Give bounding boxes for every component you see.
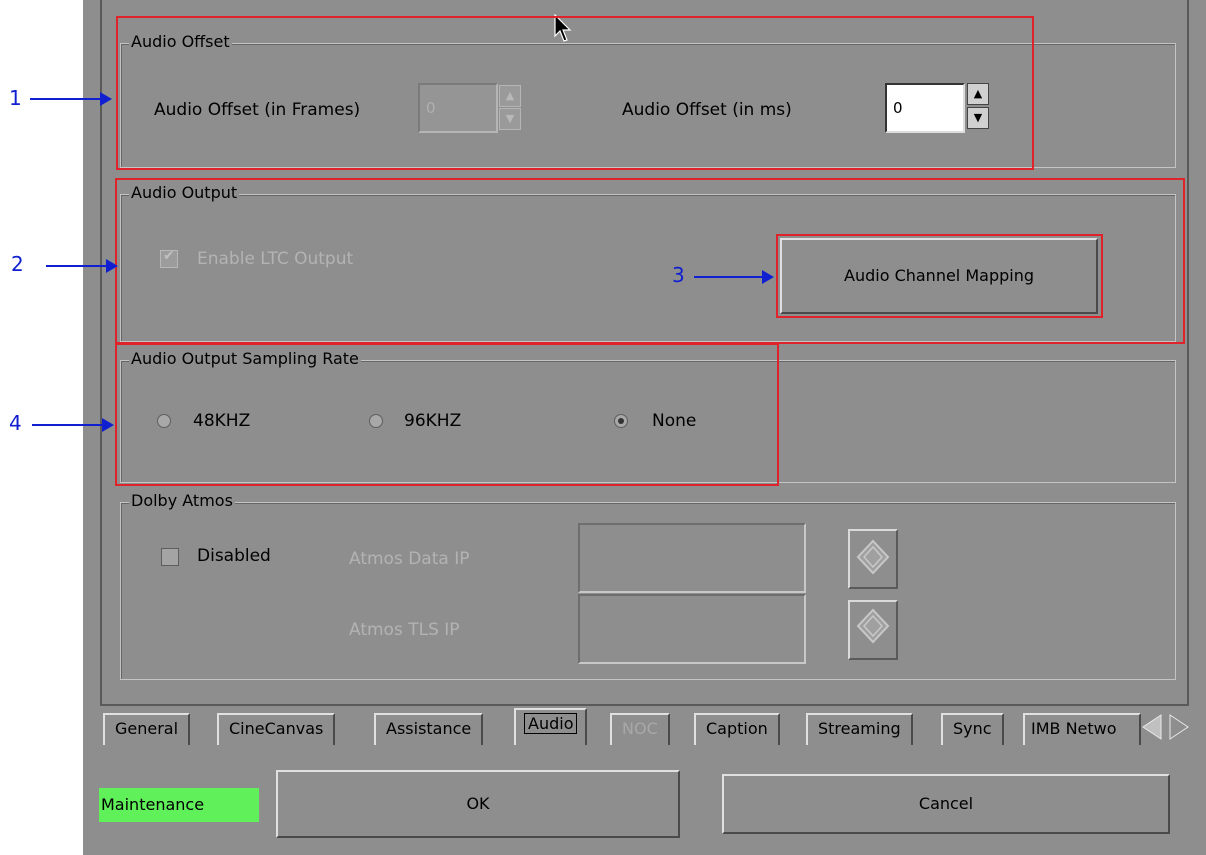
tab-caption[interactable]: Caption: [694, 713, 780, 745]
keyboard-edit-icon: [856, 539, 890, 575]
atmos-data-ip-field[interactable]: [578, 523, 806, 593]
tab-audio-label: Audio: [524, 713, 578, 734]
arrow-left-icon: [1142, 714, 1162, 740]
callout-arrow-2: [46, 259, 118, 273]
status-badge: Maintenance: [99, 788, 259, 822]
tab-audio[interactable]: Audio: [514, 708, 588, 745]
cancel-button[interactable]: Cancel: [722, 774, 1170, 834]
callout-number-1: 1: [9, 86, 22, 110]
tab-scroll-left-button[interactable]: [1139, 711, 1165, 743]
atmos-disabled-checkbox[interactable]: [161, 548, 179, 566]
callout-arrow-4: [32, 418, 114, 432]
tab-sync[interactable]: Sync: [941, 713, 1004, 745]
callout-number-2: 2: [11, 252, 24, 276]
tab-streaming[interactable]: Streaming: [806, 713, 913, 745]
callout-number-3: 3: [672, 263, 685, 287]
ok-button[interactable]: OK: [276, 770, 680, 838]
atmos-tls-ip-edit-button[interactable]: [848, 600, 898, 660]
atmos-data-ip-label: Atmos Data IP: [349, 549, 470, 569]
tab-scroll-right-button[interactable]: [1166, 711, 1192, 743]
callout-number-4: 4: [9, 411, 22, 435]
tab-general[interactable]: General: [103, 713, 191, 745]
dolby-atmos-legend: Dolby Atmos: [129, 491, 235, 510]
tab-noc[interactable]: NOC: [610, 713, 670, 745]
tab-assistance[interactable]: Assistance: [374, 713, 484, 745]
callout-arrow-3: [694, 270, 774, 284]
tab-imb-network[interactable]: IMB Netwo: [1023, 713, 1141, 745]
callout-arrow-1: [30, 92, 112, 106]
tab-cinecanvas[interactable]: CineCanvas: [217, 713, 336, 745]
atmos-tls-ip-field[interactable]: [578, 594, 806, 664]
arrow-right-icon: [1169, 714, 1189, 740]
annotation-box-3: [776, 234, 1103, 318]
annotation-box-4: [115, 343, 779, 486]
atmos-disabled-label: Disabled: [197, 546, 271, 566]
annotation-box-1: [116, 16, 1034, 170]
atmos-data-ip-edit-button[interactable]: [848, 529, 898, 589]
keyboard-edit-icon: [856, 608, 890, 644]
atmos-tls-ip-label: Atmos TLS IP: [349, 620, 460, 640]
